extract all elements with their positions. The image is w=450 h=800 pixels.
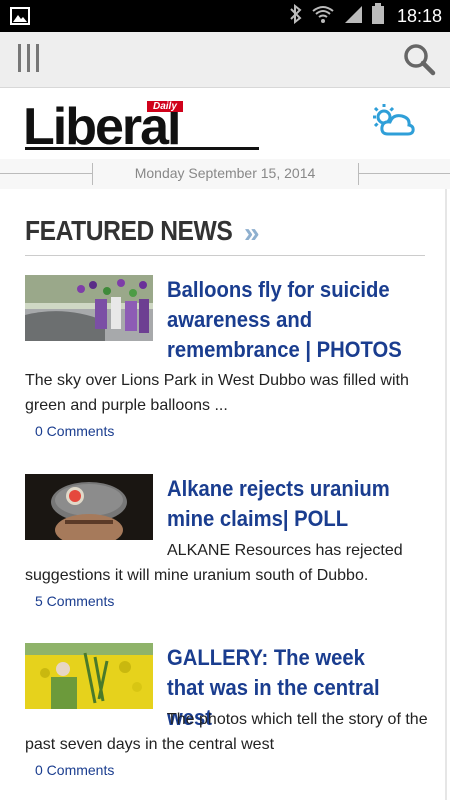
- date-bar: Monday September 15, 2014: [0, 159, 450, 189]
- article-thumbnail[interactable]: [25, 275, 153, 341]
- bluetooth-icon: [289, 3, 303, 29]
- date-tick-right: [358, 163, 359, 185]
- article-comments-link[interactable]: 0 Comments: [35, 762, 114, 778]
- article-comments-link[interactable]: 5 Comments: [35, 593, 114, 609]
- article-comments-link[interactable]: 0 Comments: [35, 423, 114, 439]
- scrollbar[interactable]: [445, 189, 447, 800]
- article-headline[interactable]: Balloons fly for suicide awareness and r…: [167, 275, 406, 365]
- search-icon[interactable]: [402, 42, 436, 76]
- signal-icon: [343, 4, 363, 29]
- masthead: Liberal Daily: [0, 89, 450, 159]
- article-summary: ALKANE Resources has rejected suggestion…: [25, 542, 403, 584]
- article-summary: The photos which tell the story of the p…: [25, 711, 428, 753]
- section-title: FEATURED NEWS: [25, 215, 233, 246]
- status-bar: 18:18: [0, 0, 450, 32]
- current-date: Monday September 15, 2014: [134, 165, 316, 181]
- section-divider: [25, 255, 425, 256]
- article-thumbnail[interactable]: [25, 474, 153, 540]
- battery-icon: [371, 2, 385, 30]
- status-time: 18:18: [396, 5, 442, 26]
- partly-cloudy-icon[interactable]: [370, 103, 416, 137]
- date-divider-right: [358, 173, 450, 174]
- logo-daily: Daily: [147, 101, 183, 112]
- double-chevron-right-icon[interactable]: »: [244, 217, 259, 249]
- content-area[interactable]: FEATURED NEWS » Balloons fly for suicide…: [0, 189, 450, 800]
- article-thumbnail[interactable]: [25, 643, 153, 709]
- wifi-icon: [311, 4, 335, 29]
- logo-underline: [25, 147, 259, 150]
- logo[interactable]: Liberal Daily: [23, 99, 265, 155]
- menu-icon[interactable]: [18, 44, 48, 74]
- app-bar: [0, 32, 450, 88]
- article-headline[interactable]: Alkane rejects uranium mine claims| POLL: [167, 474, 406, 534]
- picture-icon: [10, 7, 30, 30]
- date-divider-left: [0, 173, 92, 174]
- article-summary: The sky over Lions Park in West Dubbo wa…: [25, 372, 409, 414]
